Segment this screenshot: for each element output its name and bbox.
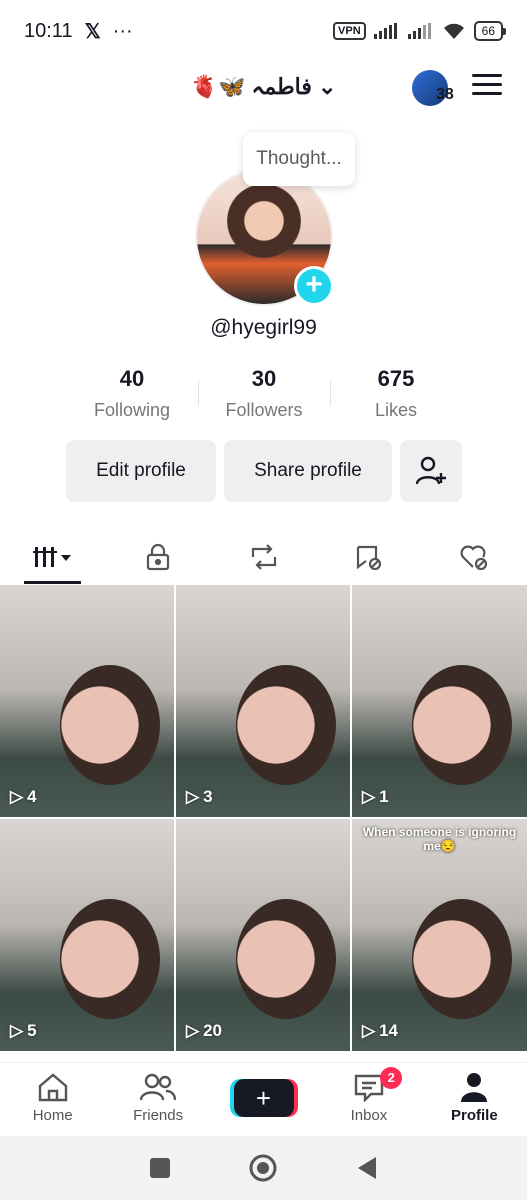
stat-value: 40	[119, 366, 145, 391]
play-count: ▷ 14	[362, 1021, 398, 1041]
stat-value: 675	[377, 366, 415, 391]
home-circle-icon[interactable]	[248, 1153, 278, 1183]
repost-icon	[251, 544, 276, 570]
stat-following[interactable]: 40 Following	[66, 366, 198, 426]
play-count-value: 20	[203, 1021, 222, 1040]
thumbnail-image	[236, 665, 336, 785]
tab-favorites[interactable]	[316, 530, 421, 584]
back-icon[interactable]	[356, 1156, 378, 1180]
play-count-value: 4	[27, 787, 37, 806]
nav-label: Inbox	[350, 1107, 388, 1124]
play-icon: ▷	[10, 1021, 24, 1040]
hamburger-line-icon	[472, 83, 502, 86]
video-grid: ▷ 4 ▷ 3 ▷ 1 ▷ 5 ▷ 20 When someone is ignoring…	[0, 585, 527, 1051]
tab-liked[interactable]	[422, 530, 527, 584]
battery-indicator: 66	[473, 21, 507, 41]
content-tabs	[0, 530, 527, 584]
nav-home[interactable]: Home	[0, 1063, 105, 1132]
tab-private[interactable]	[105, 530, 210, 584]
signal-icon-2	[407, 23, 431, 39]
share-profile-button[interactable]: Share profile	[224, 440, 392, 502]
play-count: ▷ 1	[362, 787, 389, 807]
bottom-nav: Home Friends + 2 Inbox Profile	[0, 1062, 527, 1132]
play-count-value: 14	[379, 1021, 398, 1040]
profile-actions: Edit profile Share profile	[66, 440, 462, 502]
nav-profile[interactable]: Profile	[422, 1063, 527, 1132]
create-plus-icon: +	[233, 1078, 294, 1117]
nav-label: Friends	[133, 1107, 184, 1124]
nav-inbox[interactable]: 2 Inbox	[316, 1063, 421, 1132]
bookmark-hidden-icon	[356, 545, 382, 571]
home-icon	[38, 1073, 67, 1102]
follower-count-badge: 38	[436, 86, 454, 103]
play-icon: ▷	[362, 1021, 376, 1040]
profile-icon	[461, 1073, 488, 1102]
nav-label: Home	[32, 1107, 73, 1124]
menu-button[interactable]	[472, 74, 502, 100]
stat-likes[interactable]: 675 Likes	[330, 366, 462, 426]
edit-profile-button[interactable]: Edit profile	[66, 440, 216, 502]
inbox-badge: 2	[380, 1067, 403, 1089]
nav-label: Profile	[450, 1107, 498, 1124]
lock-icon	[147, 543, 170, 571]
tab-videos[interactable]	[0, 530, 105, 584]
system-nav-bar	[0, 1136, 527, 1200]
wifi-icon	[443, 23, 464, 39]
play-count: ▷ 4	[10, 787, 37, 807]
play-icon: ▷	[362, 787, 376, 806]
video-thumbnail[interactable]: ▷ 1	[352, 585, 527, 817]
profile-header: 🫀🦋 فاطمہ ⌄ 38	[0, 62, 527, 118]
vpn-indicator: VPN	[333, 22, 366, 40]
play-count-value: 3	[203, 787, 213, 806]
recents-icon[interactable]	[149, 1157, 171, 1179]
friends-icon	[140, 1073, 177, 1101]
play-count-value: 5	[27, 1021, 37, 1040]
play-count: ▷ 5	[10, 1021, 37, 1041]
stat-value: 30	[251, 366, 277, 391]
thumbnail-image	[236, 899, 336, 1019]
add-person-icon	[415, 456, 446, 485]
more-notifications-icon: ···	[112, 19, 133, 42]
video-thumbnail[interactable]: ▷ 20	[176, 819, 350, 1051]
status-time: 10:11	[24, 19, 73, 42]
stat-followers[interactable]: 30 Followers	[198, 366, 330, 426]
tab-reposts[interactable]	[211, 530, 316, 584]
x-app-icon: 𝕏	[84, 20, 101, 43]
stat-label: Following	[93, 400, 171, 420]
display-name: 🫀🦋 فاطمہ	[190, 74, 312, 99]
nav-create[interactable]: +	[211, 1063, 316, 1132]
heart-hidden-icon	[460, 545, 488, 571]
video-thumbnail[interactable]: ▷ 4	[0, 585, 174, 817]
play-count: ▷ 3	[186, 787, 213, 807]
stat-label: Followers	[225, 400, 303, 420]
profile-stats: 40 Following 30 Followers 675 Likes	[66, 366, 462, 426]
play-count: ▷ 20	[186, 1021, 222, 1041]
stat-label: Likes	[374, 400, 418, 420]
video-thumbnail[interactable]: ▷ 5	[0, 819, 174, 1051]
username: @hyegirl99	[210, 316, 317, 339]
add-friend-button[interactable]	[400, 440, 462, 502]
thought-bubble[interactable]: Thought...	[243, 132, 355, 186]
video-thumbnail[interactable]: ▷ 3	[176, 585, 350, 817]
chevron-down-icon: ⌄	[317, 74, 337, 99]
video-thumbnail[interactable]: When someone is ignoring me😒 ▷ 14	[352, 819, 527, 1051]
grid-videos-icon	[32, 547, 71, 567]
thumbnail-image	[412, 665, 512, 785]
hamburger-line-icon	[472, 74, 502, 77]
status-bar: 10:11 𝕏 ··· VPN 66	[0, 0, 527, 62]
signal-icon	[373, 23, 397, 39]
thumbnail-image	[60, 899, 160, 1019]
thumbnail-image	[60, 665, 160, 785]
play-count-value: 1	[379, 787, 389, 806]
video-caption: When someone is ignoring me😒	[362, 825, 517, 853]
play-icon: ▷	[186, 1021, 200, 1040]
hamburger-line-icon	[472, 92, 502, 95]
play-icon: ▷	[10, 787, 24, 806]
add-story-button[interactable]: +	[294, 266, 334, 306]
thumbnail-image	[412, 899, 512, 1019]
nav-friends[interactable]: Friends	[105, 1063, 210, 1132]
play-icon: ▷	[186, 787, 200, 806]
